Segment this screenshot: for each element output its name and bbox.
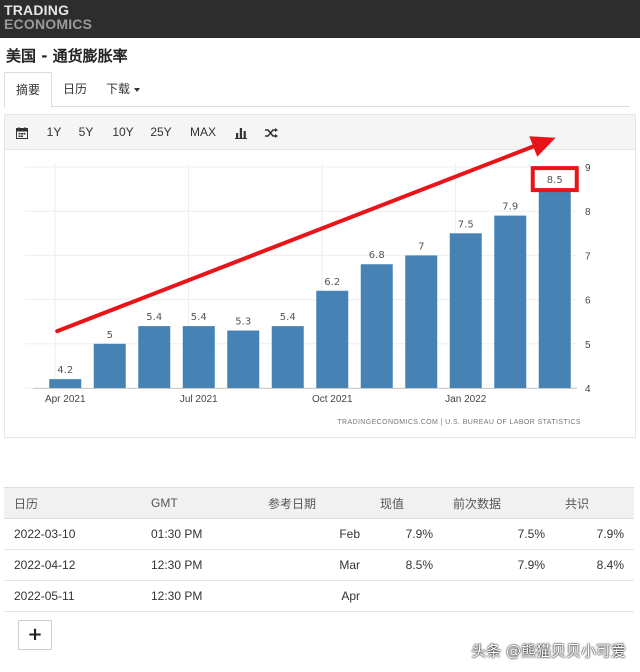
bar[interactable] (449, 233, 482, 388)
cell-previous (443, 580, 555, 612)
col-header-gmt[interactable]: GMT (141, 487, 258, 519)
cell-reference: Mar (258, 549, 370, 581)
logo-line-1: TRADING (4, 2, 70, 18)
cell-consensus: 7.9% (555, 518, 634, 550)
table-row: 2022-03-10 01:30 PM Feb 7.9% 7.5% 7.9% (4, 518, 634, 550)
cell-gmt: 01:30 PM (141, 518, 258, 550)
bar-value-label: 4.2 (57, 365, 73, 376)
bar-value-label: 6.2 (324, 277, 340, 288)
bar-value-label: 8.5 (547, 175, 563, 186)
top-bar: TRADING ECONOMICS (0, 0, 640, 38)
x-tick-label: Apr 2021 (45, 394, 86, 405)
bar[interactable] (494, 215, 527, 388)
bar[interactable] (227, 330, 260, 388)
inflation-bar-chart: 4.2 5 5.4 5.4 5.3 5.4 6.2 6.8 7 7.5 7.9 8.5 4 5 6 7 8 9 A… (25, 136, 591, 426)
cell-consensus: 8.4% (555, 549, 634, 581)
bar-value-label: 5.4 (191, 312, 207, 323)
y-tick-label: 7 (585, 251, 591, 262)
y-tick-label: 8 (585, 207, 591, 218)
bar-value-label: 7 (418, 241, 424, 252)
col-header-consensus[interactable]: 共识 (555, 487, 634, 519)
cell-reference: Apr (258, 580, 370, 612)
cell-previous: 7.5% (443, 518, 555, 550)
bar[interactable] (138, 326, 171, 388)
y-tick-label: 9 (585, 163, 591, 174)
bar[interactable] (360, 264, 393, 388)
cell-gmt: 12:30 PM (141, 549, 258, 581)
cell-actual: 7.9% (370, 518, 443, 550)
col-header-previous[interactable]: 前次数据 (443, 487, 555, 519)
bar-value-label: 5.4 (146, 312, 162, 323)
logo-line-2: ECONOMICS (4, 16, 93, 32)
x-tick-label: Jan 2022 (445, 394, 487, 405)
chart-source: TRADINGECONOMICS.COM | U.S. BUREAU OF LA… (337, 419, 581, 426)
y-tick-label: 5 (585, 340, 591, 351)
bar[interactable] (316, 290, 349, 388)
bar-value-label: 7.9 (502, 202, 518, 213)
y-tick-label: 4 (585, 384, 591, 395)
tab-summary-label: 摘要 (15, 83, 40, 97)
bar[interactable] (49, 379, 82, 388)
bar-value-label: 7.5 (458, 219, 474, 230)
cell-reference: Feb (258, 518, 370, 550)
col-header-date[interactable]: 日历 (4, 487, 141, 519)
cell-date: 2022-05-11 (4, 580, 141, 612)
cell-actual: 8.5% (370, 549, 443, 581)
bar-value-label: 5.4 (280, 312, 296, 323)
page-title: 美国 - 通货膨胀率 (6, 47, 128, 65)
bar[interactable] (182, 326, 215, 388)
cell-gmt: 12:30 PM (141, 580, 258, 612)
cell-consensus (555, 580, 634, 612)
table-header-row: 日历 GMT 参考日期 现值 前次数据 共识 (4, 487, 634, 519)
x-tick-label: Jul 2021 (180, 394, 218, 405)
tab-bar: 摘要 日历 下载 (4, 72, 630, 108)
bar[interactable] (93, 343, 126, 388)
y-tick-label: 6 (585, 296, 591, 307)
tab-calendar-label: 日历 (62, 82, 87, 96)
table-row: 2022-04-12 12:30 PM Mar 8.5% 7.9% 8.4% (4, 549, 634, 581)
tab-download-label: 下载 (105, 82, 130, 96)
cell-date: 2022-03-10 (4, 518, 141, 550)
cell-actual (370, 580, 443, 612)
add-row-button[interactable]: + (18, 620, 52, 650)
site-logo[interactable]: TRADING ECONOMICS (4, 3, 92, 31)
cell-previous: 7.9% (443, 549, 555, 581)
table-row: 2022-05-11 12:30 PM Apr (4, 580, 634, 612)
col-header-reference[interactable]: 参考日期 (258, 487, 370, 519)
chart-panel: 1Y 5Y 10Y 25Y MAX 4.2 5 5.4 5.4 5.3 5.4 6.2 6.8… (4, 114, 636, 438)
x-tick-label: Oct 2021 (312, 394, 353, 405)
col-header-actual[interactable]: 现值 (370, 487, 443, 519)
bar-value-label: 5.3 (235, 317, 251, 328)
bar[interactable] (538, 189, 571, 388)
tab-summary[interactable]: 摘要 (4, 72, 52, 108)
bar-value-label: 6.8 (369, 250, 385, 261)
chevron-down-icon (134, 87, 140, 92)
bar[interactable] (271, 326, 304, 388)
tab-calendar[interactable]: 日历 (56, 72, 94, 106)
bar[interactable] (405, 255, 438, 388)
calendar-table: 日历 GMT 参考日期 现值 前次数据 共识 2022-03-10 01:30 … (4, 487, 634, 612)
tab-download[interactable]: 下载 (100, 72, 146, 106)
bar-value-label: 5 (107, 330, 113, 341)
cell-date: 2022-04-12 (4, 549, 141, 581)
watermark: 头条 @熊猫贝贝小可爱 (471, 642, 626, 660)
